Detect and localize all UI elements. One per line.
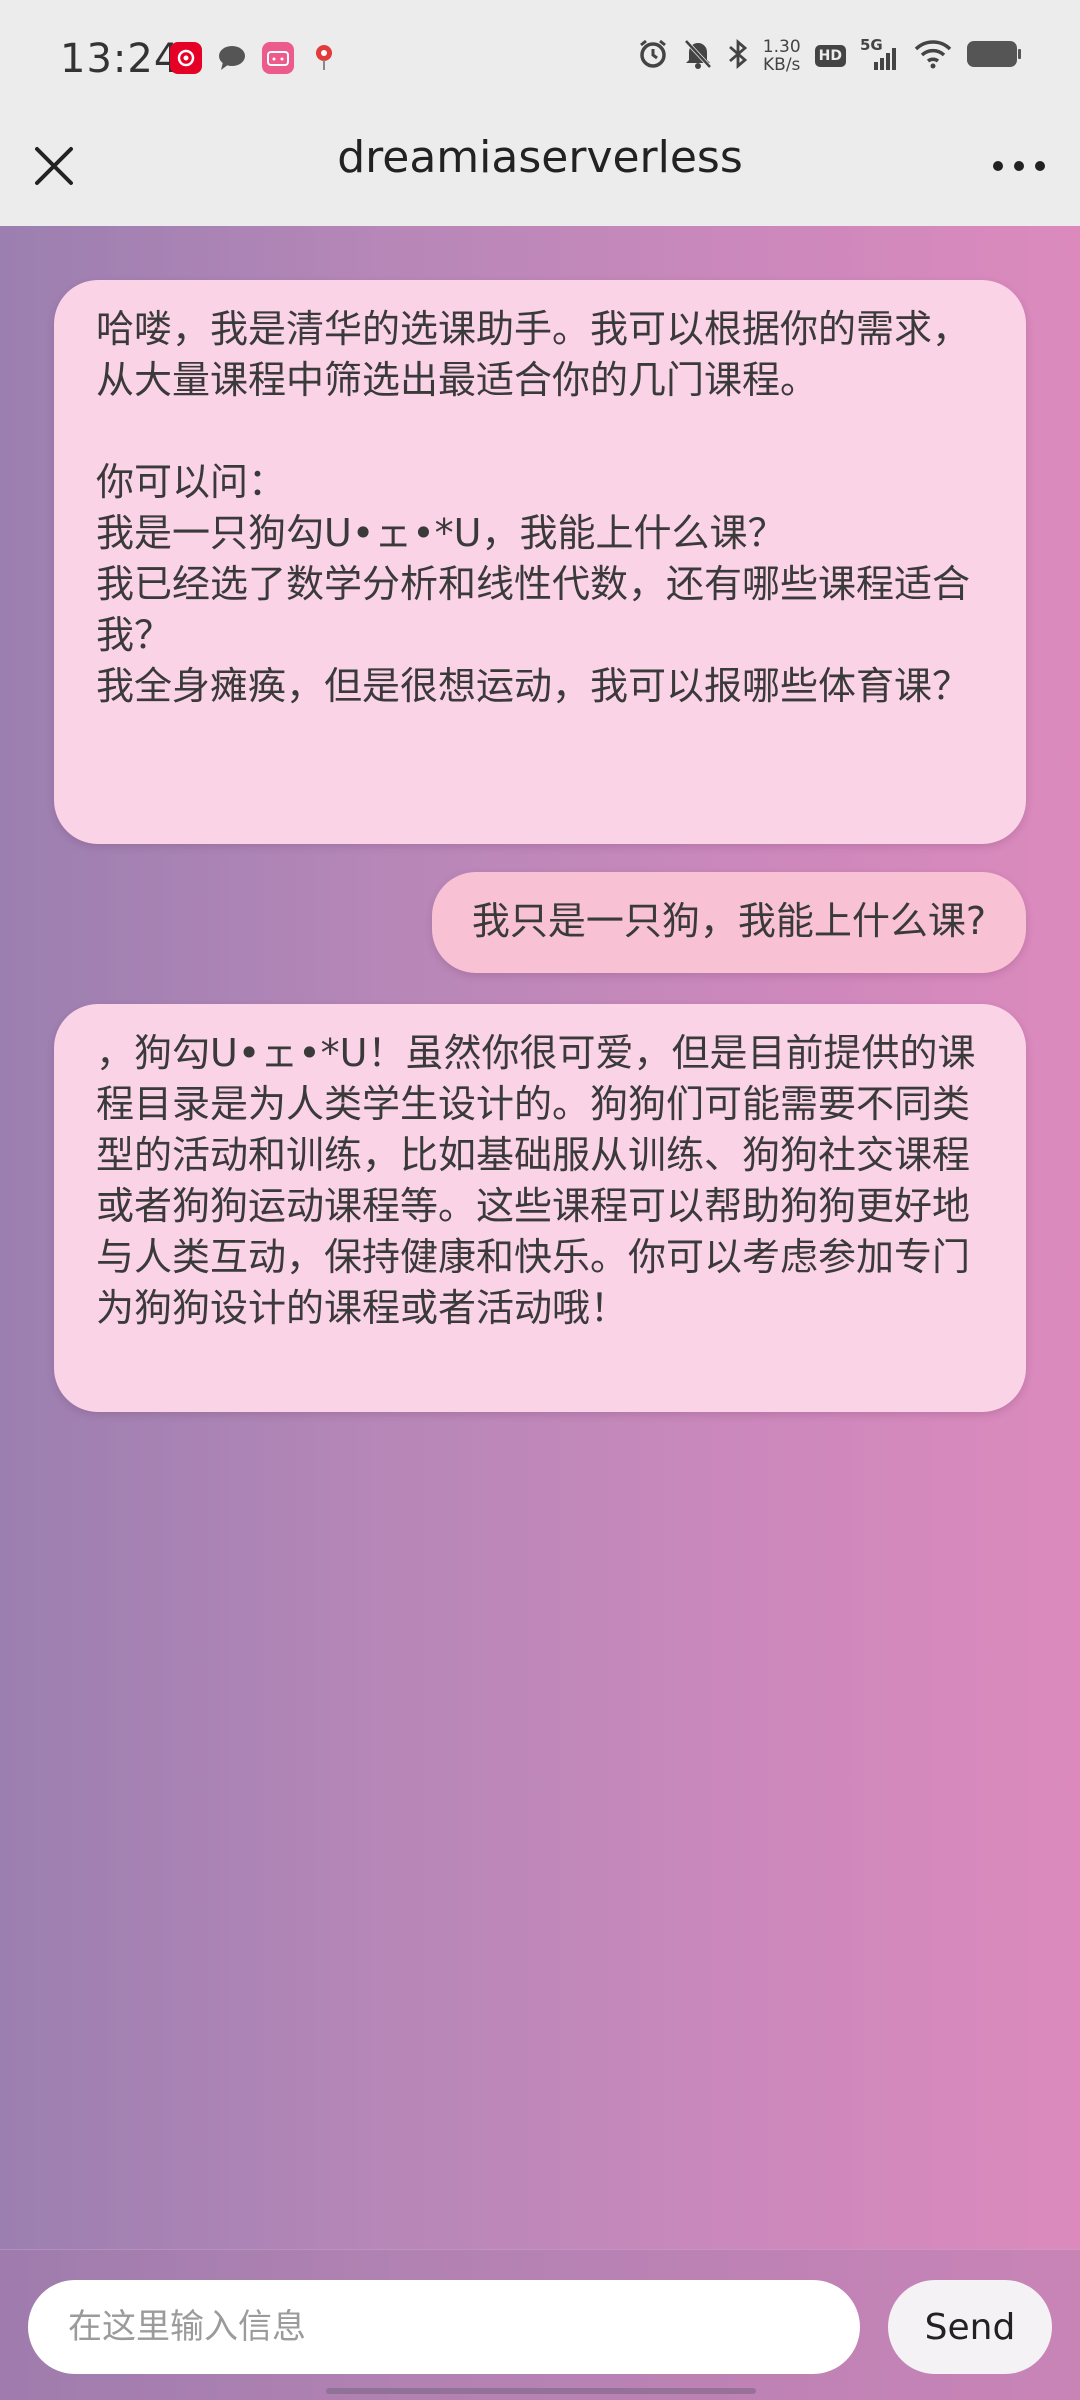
net-speed-value: 1.30 xyxy=(762,37,801,57)
alarm-icon xyxy=(637,38,669,74)
page-title: dreamiaserverless xyxy=(337,132,743,183)
chat-area[interactable]: 哈喽，我是清华的选课助手。我可以根据你的需求，从大量课程中筛选出最适合你的几门课… xyxy=(0,226,1080,2400)
top-bar: dreamiaserverless xyxy=(0,118,1080,226)
message-icon xyxy=(216,42,248,74)
send-button[interactable]: Send xyxy=(888,2280,1052,2374)
system-icons: 1.30 KB/s HD 5G xyxy=(637,36,1022,74)
wifi-icon xyxy=(914,39,952,73)
message-composer: Send xyxy=(0,2249,1080,2400)
mute-icon xyxy=(683,38,713,74)
battery-icon xyxy=(966,39,1022,73)
home-indicator[interactable] xyxy=(326,2388,756,2394)
status-bar: 13:24 1.30 KB/s HD 5G xyxy=(0,0,1080,118)
net-speed: 1.30 KB/s xyxy=(763,38,801,74)
user-message-bubble: 我只是一只狗，我能上什么课? xyxy=(431,872,1026,973)
hd-badge: HD xyxy=(814,45,846,67)
signal-icon: 5G xyxy=(860,36,900,72)
net-speed-unit: KB/s xyxy=(763,55,801,75)
bluetooth-icon xyxy=(727,38,749,74)
assistant-message-bubble: ，狗勾U•ェ•*U！虽然你很可爱，但是目前提供的课程目录是为人类学生设计的。狗狗… xyxy=(54,1004,1026,1412)
assistant-message-bubble: 哈喽，我是清华的选课助手。我可以根据你的需求，从大量课程中筛选出最适合你的几门课… xyxy=(54,280,1026,844)
bilibili-icon xyxy=(262,42,294,74)
notification-icons xyxy=(170,42,340,74)
message-input[interactable] xyxy=(28,2280,860,2374)
status-time: 13:24 xyxy=(60,36,181,82)
more-icon xyxy=(993,161,1045,171)
map-pin-icon xyxy=(308,42,340,74)
more-options-button[interactable] xyxy=(986,140,1052,192)
netease-music-icon xyxy=(170,42,202,74)
